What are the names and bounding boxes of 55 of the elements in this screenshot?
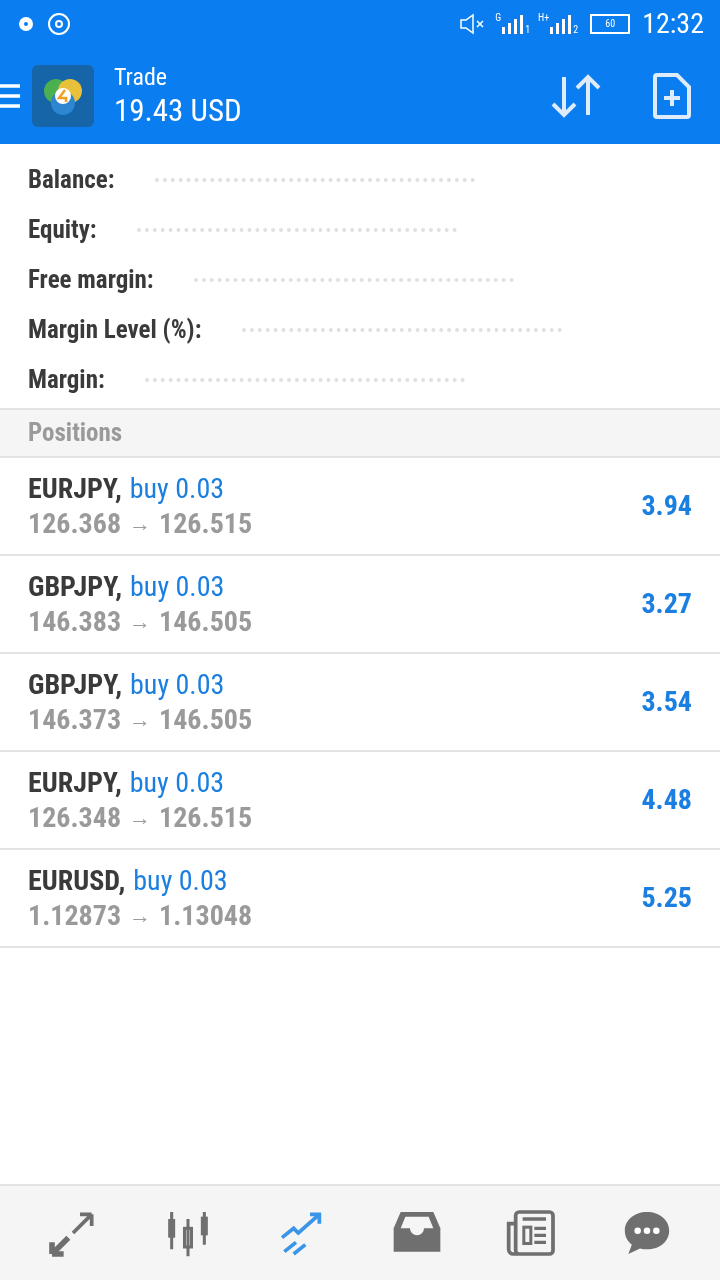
position-row[interactable]: EURJPY, buy 0.03 126.368 → 126.515 3.94: [0, 458, 720, 556]
position-row[interactable]: EURJPY, buy 0.03 126.348 → 126.515 4.48: [0, 752, 720, 850]
account-label: Balance:: [28, 164, 115, 197]
current-price: 146.505: [159, 604, 253, 639]
profit: 5.25: [641, 880, 692, 916]
current-price: 1.13048: [159, 898, 253, 933]
signal-icon: [501, 13, 526, 35]
profit: 4.48: [641, 782, 692, 818]
price-arrow: →: [129, 509, 152, 538]
order-type: buy 0.03: [129, 765, 225, 800]
battery-icon: 60: [590, 14, 631, 34]
order-type: buy 0.03: [133, 863, 228, 898]
add-document-icon: [653, 73, 691, 119]
price-arrow: →: [129, 705, 152, 734]
screen-title: Trade: [114, 61, 169, 92]
account-label: Margin:: [28, 364, 105, 397]
sim-number: 2: [573, 25, 579, 35]
symbol: GBPJPY,: [28, 667, 123, 702]
signal-icon: [549, 13, 574, 35]
order-type: buy 0.03: [130, 569, 225, 604]
section-title: Positions: [28, 417, 123, 450]
current-price: 126.515: [159, 800, 253, 835]
symbol: EURJPY,: [28, 471, 122, 506]
price-arrow: →: [129, 901, 152, 930]
current-price: 126.515: [159, 506, 253, 541]
position-row[interactable]: EURUSD, buy 0.03 1.12873 → 1.13048 5.25: [0, 850, 720, 948]
open-price: 146.383: [28, 604, 122, 639]
price-arrow: →: [129, 803, 152, 832]
network-type: G: [495, 13, 502, 23]
position-row[interactable]: GBPJPY, buy 0.03 146.383 → 146.505 3.27: [0, 556, 720, 654]
menu-icon: [0, 82, 22, 110]
open-price: 126.348: [28, 800, 122, 835]
profit: 3.54: [641, 684, 692, 720]
open-price: 126.368: [28, 506, 122, 541]
account-total: 19.43 USD: [114, 91, 242, 131]
account-label: Margin Level (%):: [28, 314, 202, 347]
profit: 3.94: [641, 488, 692, 524]
symbol: GBPJPY,: [28, 569, 123, 604]
symbol: EURUSD,: [28, 863, 126, 898]
clock: 12:32: [642, 6, 704, 42]
open-price: 146.373: [28, 702, 122, 737]
account-label: Free margin:: [28, 264, 154, 297]
open-price: 1.12873: [28, 898, 122, 933]
sort-arrows-icon: [550, 73, 602, 119]
account-label: Equity:: [28, 214, 97, 247]
current-price: 146.505: [159, 702, 253, 737]
app-logo-icon: [32, 65, 94, 127]
price-arrow: →: [129, 607, 152, 636]
profit: 3.27: [641, 586, 692, 622]
order-type: buy 0.03: [130, 667, 225, 702]
order-type: buy 0.03: [129, 471, 225, 506]
network-type: H+: [538, 13, 550, 23]
sim-number: 1: [525, 25, 531, 35]
symbol: EURJPY,: [28, 765, 122, 800]
position-row[interactable]: GBPJPY, buy 0.03 146.373 → 146.505 3.54: [0, 654, 720, 752]
